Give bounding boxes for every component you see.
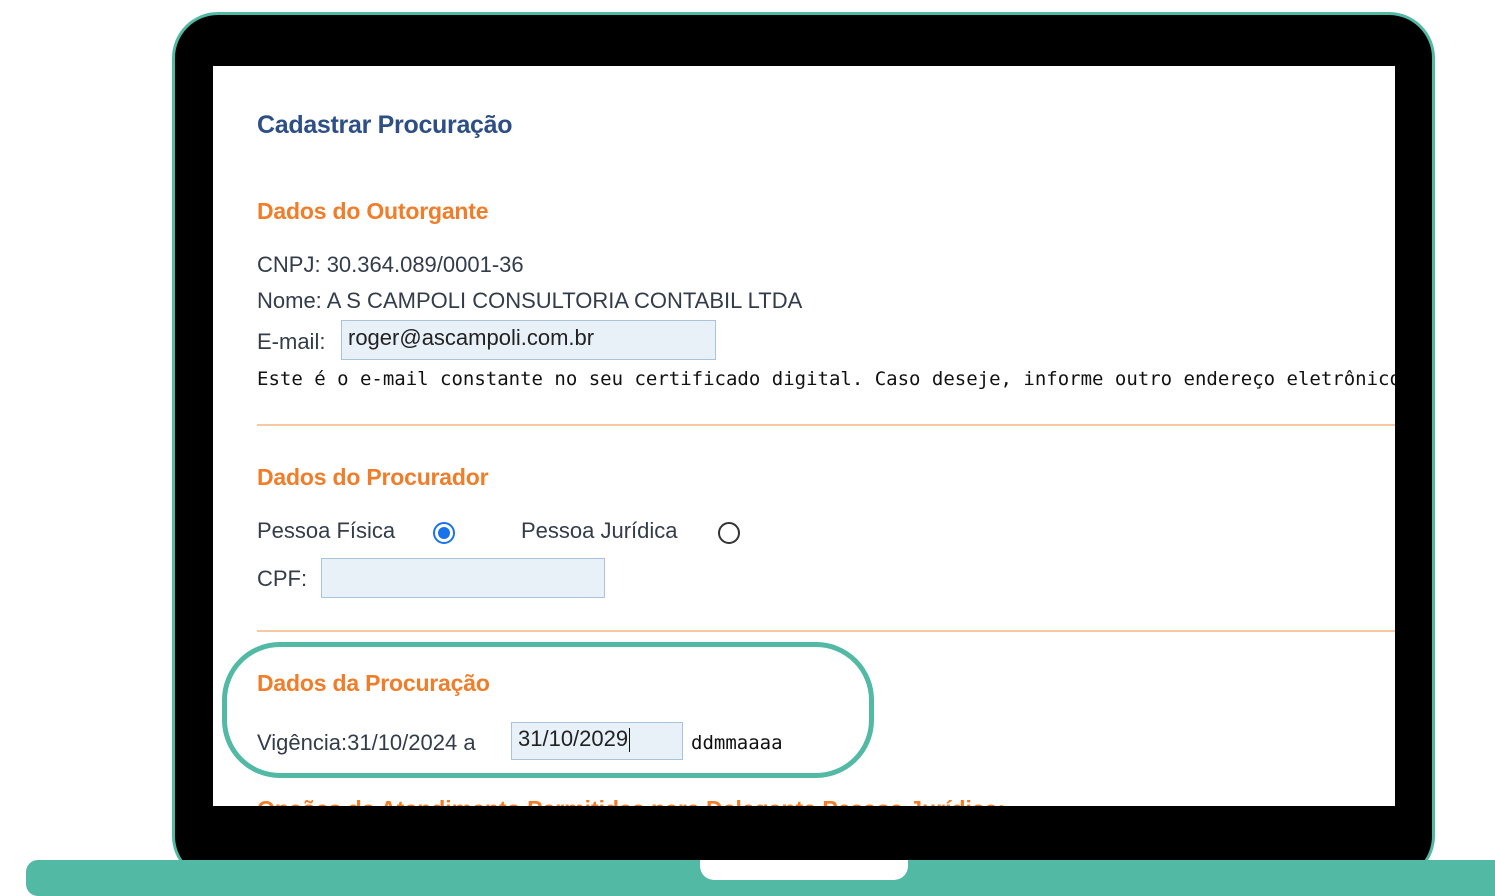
- highlight-ring: [222, 642, 874, 778]
- section-divider: [257, 424, 1395, 426]
- pessoa-fisica-label: Pessoa Física: [257, 518, 396, 543]
- email-field[interactable]: roger@ascampoli.com.br: [341, 320, 716, 360]
- nome-label: Nome:: [257, 288, 322, 313]
- nome-value: A S CAMPOLI CONSULTORIA CONTABIL LTDA: [326, 288, 803, 313]
- section-title-opcoes: Opções de Atendimento Permitidas para De…: [257, 796, 1005, 806]
- cnpj-label: CNPJ:: [257, 252, 321, 277]
- email-label: E-mail:: [257, 329, 326, 354]
- laptop-notch: [700, 860, 908, 880]
- pessoa-juridica-label: Pessoa Jurídica: [521, 518, 678, 543]
- pessoa-fisica-radio[interactable]: [433, 522, 455, 544]
- nome-row: Nome: A S CAMPOLI CONSULTORIA CONTABIL L…: [257, 288, 802, 314]
- section-divider: [257, 630, 1395, 632]
- cpf-field[interactable]: [321, 558, 605, 598]
- cnpj-row: CNPJ: 30.364.089/0001-36: [257, 252, 524, 278]
- email-note: Este é o e-mail constante no seu certifi…: [257, 368, 1395, 390]
- cnpj-value: 30.364.089/0001-36: [326, 252, 524, 277]
- pessoa-juridica-radio[interactable]: [718, 522, 740, 544]
- cpf-label: CPF:: [257, 566, 308, 591]
- page-title: Cadastrar Procuração: [257, 111, 513, 139]
- section-title-procurador: Dados do Procurador: [257, 464, 489, 490]
- section-title-outorgante: Dados do Outorgante: [257, 198, 489, 224]
